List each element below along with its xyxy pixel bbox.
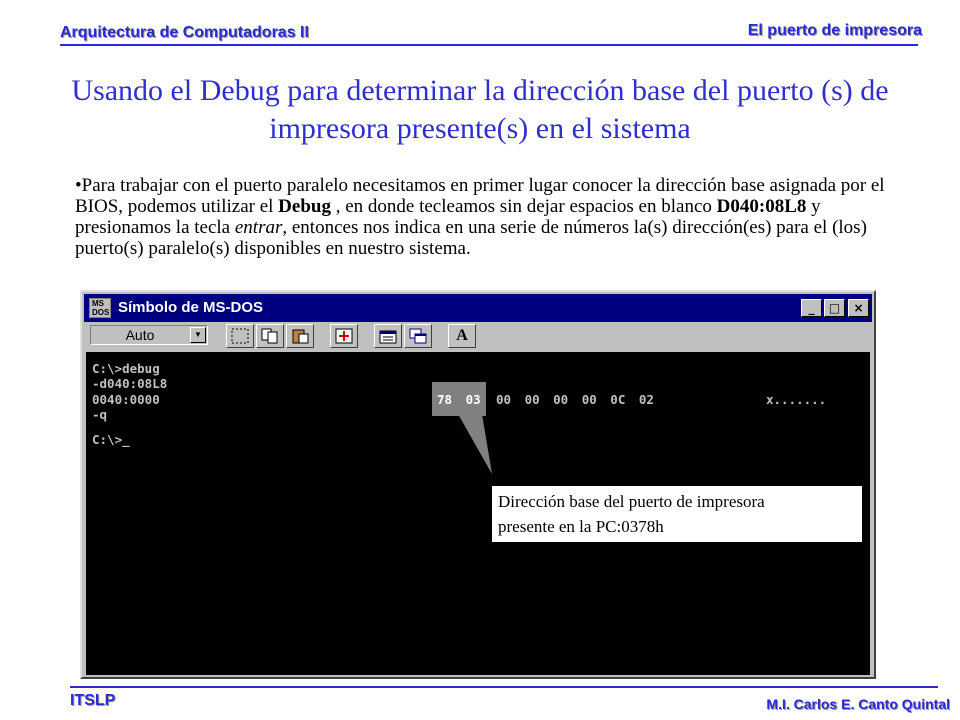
msdos-app-icon[interactable]: MS DOS xyxy=(89,298,111,318)
header-topic: El puerto de impresora xyxy=(747,22,922,39)
maximize-button[interactable]: □ xyxy=(824,299,845,317)
ascii-dump: x....... xyxy=(766,392,827,407)
msdos-window: MS DOS Símbolo de MS-DOS _ □ × Auto ▼ A xyxy=(80,290,876,679)
window-toolbar: Auto ▼ A xyxy=(86,324,870,350)
background-button[interactable] xyxy=(404,324,432,348)
footer-institution: ITSLP xyxy=(70,692,116,709)
remaining-bytes: 00 00 00 00 0C 02 xyxy=(496,392,654,407)
app-icon-label: MS DOS xyxy=(92,299,110,317)
background-icon xyxy=(409,328,427,344)
copy-icon xyxy=(261,328,278,344)
paste-icon xyxy=(292,329,309,344)
slide-title: Usando el Debug para determinar la direc… xyxy=(71,74,889,145)
bullet-bold-debug: Debug xyxy=(278,196,331,217)
callout-label: Dirección base del puerto de impresora p… xyxy=(492,486,862,542)
properties-icon xyxy=(379,330,397,344)
copy-button[interactable] xyxy=(256,324,284,348)
minimize-button[interactable]: _ xyxy=(801,299,822,317)
bullet-italic-enter: entrar xyxy=(234,217,283,238)
fullscreen-icon xyxy=(335,328,353,344)
font-size-select[interactable]: Auto ▼ xyxy=(90,325,208,345)
console-area[interactable]: C:\>debug -d040:08L8 0040:0000 -q C:\>_ … xyxy=(86,352,870,675)
header-rule xyxy=(60,44,918,46)
font-button[interactable]: A xyxy=(448,324,476,348)
highlighted-bytes: 78 03 xyxy=(437,392,481,407)
callout-line-1: Dirección base del puerto de impresora xyxy=(498,492,765,511)
header-course: Arquitectura de Computadoras II xyxy=(60,24,309,41)
footer-author: M.I. Carlos E. Canto Quintal xyxy=(766,696,950,712)
bullet-paragraph: •Para trabajar con el puerto paralelo ne… xyxy=(75,175,885,259)
bullet-text-2: , en donde tecleamos sin dejar espacios … xyxy=(330,196,717,217)
footer-rule xyxy=(70,686,938,688)
mark-button[interactable] xyxy=(226,324,254,348)
callout-line-2: presente en la PC:0378h xyxy=(498,517,664,536)
close-button[interactable]: × xyxy=(848,299,869,317)
window-title: Símbolo de MS-DOS xyxy=(118,299,264,316)
mark-icon xyxy=(231,328,249,344)
font-icon: A xyxy=(456,327,468,344)
paste-button[interactable] xyxy=(286,324,314,348)
font-size-value: Auto xyxy=(125,327,155,343)
fullscreen-button[interactable] xyxy=(330,324,358,348)
window-titlebar[interactable]: MS DOS Símbolo de MS-DOS _ □ × xyxy=(84,294,872,322)
properties-button[interactable] xyxy=(374,324,402,348)
chevron-down-icon[interactable]: ▼ xyxy=(190,327,206,343)
bullet-bold-command: D040:08L8 xyxy=(716,196,807,217)
